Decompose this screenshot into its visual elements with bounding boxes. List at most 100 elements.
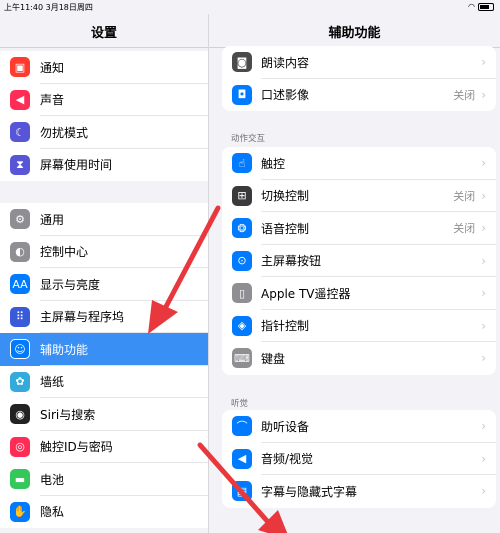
sidebar-item[interactable]: ◉ Siri与搜索	[0, 398, 208, 431]
sidebar-item-label: 隐私	[40, 505, 65, 520]
settings-row-label: 字幕与隐藏式字幕	[261, 484, 358, 499]
moon-icon: ☾	[10, 122, 30, 143]
settings-sidebar: 设置 ▣ 通知 ◀ 声音 ☾ 勿扰模式 ⧗ 屏幕使用时间 ⚙ 通用 ◐ 控制中心 AA 显示与亮度 ⠿ 主屏…	[0, 14, 209, 533]
settings-row-label: 音频/视觉	[261, 452, 314, 467]
settings-row-label: 键盘	[261, 351, 286, 366]
chevron-right-icon: ›	[481, 318, 486, 333]
settings-row-label: 指针控制	[261, 319, 310, 334]
settings-row-value: 关闭	[453, 189, 476, 203]
sidebar-item[interactable]: ⚙ 通用	[0, 203, 208, 236]
battery-status-icon	[478, 2, 494, 11]
settings-row[interactable]: ◀ 音频/视觉 ›	[222, 443, 496, 475]
battery-icon: ▬	[10, 469, 30, 490]
settings-row-label: Apple TV遥控器	[261, 286, 351, 301]
settings-row[interactable]: ◙ 朗读内容 ›	[222, 46, 496, 79]
settings-row[interactable]: ▤ 字幕与隐藏式字幕 ›	[222, 475, 496, 508]
siri-icon: ◉	[10, 404, 30, 425]
chevron-right-icon: ›	[481, 221, 486, 236]
settings-row[interactable]: ⌨ 键盘 ›	[222, 342, 496, 375]
chevron-right-icon: ›	[481, 286, 486, 301]
sidebar-item[interactable]: ◀ 声音	[0, 84, 208, 116]
settings-row[interactable]: ⊞ 切换控制 关闭 ›	[222, 180, 496, 212]
sidebar-item-label: 电池	[40, 472, 65, 487]
chevron-right-icon: ›	[481, 188, 486, 203]
sidebar-item-label: 屏幕使用时间	[40, 158, 113, 173]
settings-row[interactable]: ▯ Apple TV遥控器 ›	[222, 277, 496, 310]
sidebar-item[interactable]: ◎ 触控ID与密码	[0, 431, 208, 463]
chevron-right-icon: ›	[481, 451, 486, 466]
divider	[0, 47, 208, 48]
speaker-icon: ◀	[10, 89, 30, 110]
sidebar-item-label: 触控ID与密码	[40, 440, 113, 455]
home-button-icon: ⊙	[232, 250, 252, 271]
sidebar-item[interactable]: ◐ 控制中心	[0, 236, 208, 268]
ear-icon: ⌒	[232, 416, 252, 437]
sidebar-item[interactable]: ☺ 辅助功能	[0, 333, 208, 366]
settings-card: ☝ 触控 › ⊞ 切换控制 关闭 › ❂ 语音控制 关闭 › ⊙ 主屏幕按钮 › ▯ Apple TV遥控器 ›…	[222, 147, 496, 375]
settings-row[interactable]: ❂ 语音控制 关闭 ›	[222, 212, 496, 245]
gear-icon: ⚙	[10, 209, 30, 230]
status-time: 上午11:40 3月18日周四	[4, 3, 93, 12]
settings-row[interactable]: ⊙ 主屏幕按钮 ›	[222, 245, 496, 277]
settings-row-label: 触控	[261, 156, 286, 171]
chevron-right-icon: ›	[481, 55, 486, 70]
settings-row[interactable]: ☝ 触控 ›	[222, 147, 496, 180]
sidebar-group: ▣ 通知 ◀ 声音 ☾ 勿扰模式 ⧗ 屏幕使用时间	[0, 51, 208, 181]
chevron-right-icon: ›	[481, 484, 486, 499]
sidebar-item-label: 显示与亮度	[40, 277, 101, 292]
section-header-hearing: 听觉	[231, 399, 249, 409]
sidebar-item-label: 辅助功能	[40, 342, 89, 357]
settings-row[interactable]: ◈ 指针控制 ›	[222, 310, 496, 342]
speech-bubble-icon: ◙	[232, 52, 252, 73]
sidebar-item-label: 声音	[40, 93, 65, 108]
settings-card: ⌒ 助听设备 › ◀ 音频/视觉 › ▤ 字幕与隐藏式字幕 ›	[222, 410, 496, 508]
settings-row-label: 切换控制	[261, 189, 310, 204]
voice-control-icon: ❂	[232, 218, 252, 239]
text-size-icon: AA	[10, 274, 30, 295]
grid-icon: ⠿	[10, 306, 30, 327]
wifi-icon: ◠	[468, 2, 475, 11]
subtitles-icon: ▤	[232, 481, 252, 502]
touch-hand-icon: ☝	[232, 153, 252, 174]
settings-row[interactable]: ◘ 口述影像 关闭 ›	[222, 79, 496, 112]
sidebar-item[interactable]: ✋ 隐私	[0, 496, 208, 529]
accessibility-panel: 辅助功能 ◙ 朗读内容 › ◘ 口述影像 关闭 › 动作交互 ☝ 触控 › ⊞ 切换控制 关闭 › ❂ 语音…	[209, 14, 500, 533]
sidebar-item[interactable]: ▣ 通知	[0, 51, 208, 84]
status-icons: ◠	[468, 2, 494, 11]
audio-visual-icon: ◀	[232, 448, 252, 469]
chevron-right-icon: ›	[481, 419, 486, 434]
audio-description-icon: ◘	[232, 84, 252, 105]
flower-icon: ✿	[10, 371, 30, 392]
sidebar-item-label: 通知	[40, 60, 65, 75]
settings-row-label: 朗读内容	[261, 55, 310, 70]
sidebar-item[interactable]: ⧗ 屏幕使用时间	[0, 149, 208, 182]
status-bar: 上午11:40 3月18日周四 ◠	[0, 0, 500, 14]
hourglass-icon: ⧗	[10, 154, 30, 175]
sidebar-item[interactable]: AA 显示与亮度	[0, 268, 208, 301]
sidebar-item-label: 主屏幕与程序坞	[40, 310, 125, 325]
sidebar-item[interactable]: ☾ 勿扰模式	[0, 116, 208, 149]
settings-row-label: 口述影像	[261, 88, 310, 103]
sidebar-item-label: 勿扰模式	[40, 125, 89, 140]
sidebar-item-label: 通用	[40, 212, 65, 227]
sidebar-item-label: 墙纸	[40, 375, 65, 390]
hand-icon: ✋	[10, 501, 30, 522]
switch-control-icon: ⊞	[232, 185, 252, 206]
settings-row[interactable]: ⌒ 助听设备 ›	[222, 410, 496, 443]
settings-card: ◙ 朗读内容 › ◘ 口述影像 关闭 ›	[222, 46, 496, 111]
sidebar-group: ⚙ 通用 ◐ 控制中心 AA 显示与亮度 ⠿ 主屏幕与程序坞 ☺ 辅助功能 ✿ 墙纸 ◉ Siri与搜索 ◎…	[0, 203, 208, 528]
sidebar-item-label: Siri与搜索	[40, 407, 96, 422]
pointer-icon: ◈	[232, 315, 252, 336]
sidebar-item[interactable]: ▬ 电池	[0, 463, 208, 496]
notification-icon: ▣	[10, 57, 30, 78]
sidebar-item[interactable]: ⠿ 主屏幕与程序坞	[0, 301, 208, 333]
toggles-icon: ◐	[10, 241, 30, 262]
settings-row-label: 语音控制	[261, 221, 310, 236]
chevron-right-icon: ›	[481, 156, 486, 171]
sidebar-item[interactable]: ✿ 墙纸	[0, 366, 208, 398]
keyboard-icon: ⌨	[232, 348, 252, 369]
panel-title: 辅助功能	[328, 26, 381, 41]
sidebar-item-label: 控制中心	[40, 245, 89, 260]
settings-row-label: 助听设备	[261, 419, 310, 434]
remote-icon: ▯	[232, 283, 252, 304]
